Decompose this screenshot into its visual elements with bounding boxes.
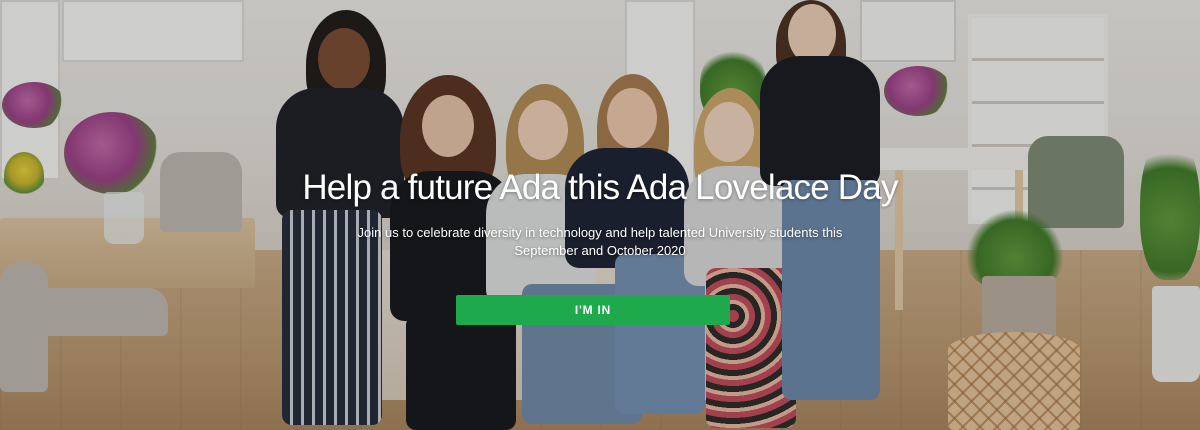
hero-dim-overlay <box>0 0 1200 430</box>
hero-banner: Help a future Ada this Ada Lovelace Day … <box>0 0 1200 430</box>
hero-headline: Help a future Ada this Ada Lovelace Day <box>302 168 898 207</box>
im-in-button[interactable]: I'M IN <box>456 295 730 325</box>
hero-subtext: Join us to celebrate diversity in techno… <box>357 225 843 258</box>
